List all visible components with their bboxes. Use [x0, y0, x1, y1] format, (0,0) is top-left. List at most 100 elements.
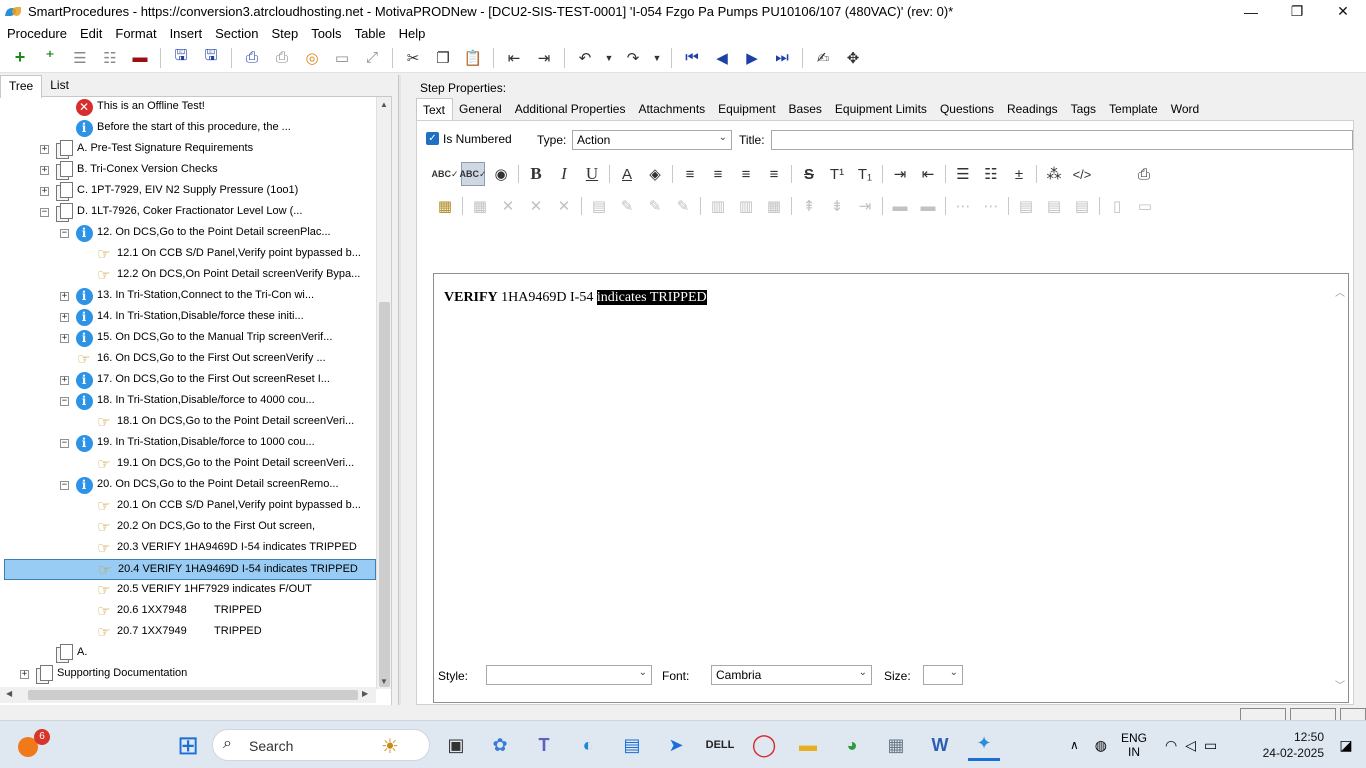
collapse-icon[interactable]: − [60, 397, 69, 406]
expand-icon[interactable]: + [60, 334, 69, 343]
tree-row[interactable]: + i 13. In Tri-Station,Connect to the Tri-… [4, 286, 376, 307]
tab-bases[interactable]: Bases [783, 98, 829, 120]
tree-row[interactable]: ☞ 12.1 On CCB S/D Panel,Verify point bypa… [4, 244, 376, 265]
scroll-up-icon[interactable]: ▲ [380, 100, 388, 109]
first-step-icon[interactable]: ⏮ [681, 47, 703, 69]
tree-row[interactable]: + C. 1PT-7929, EIV N2 Supply Pressure (1o… [4, 181, 376, 202]
weather-widget[interactable]: 6 [10, 729, 50, 763]
file-explorer-icon[interactable]: ▬ [792, 729, 824, 761]
tree-row[interactable]: ☞ 20.4 VERIFY 1HA9469D I-54 indicates TRI… [4, 559, 376, 580]
strikethrough-icon[interactable]: S [797, 162, 821, 186]
record-icon[interactable]: ◉ [489, 162, 513, 186]
expand-icon[interactable]: ⤢ [361, 47, 383, 69]
indent-icon[interactable]: ⇥ [533, 47, 555, 69]
collapse-icon[interactable]: − [60, 229, 69, 238]
undo-icon[interactable]: ↶ [574, 47, 596, 69]
type-select[interactable]: Action ⌄ [572, 130, 732, 150]
chevron-up-icon[interactable]: ∧ [1070, 738, 1079, 752]
list-alt-icon[interactable]: ☷ [99, 47, 121, 69]
expand-icon[interactable]: + [20, 670, 29, 679]
decrease-indent-icon[interactable]: ⇤ [916, 162, 940, 186]
copilot-icon[interactable]: ✿ [484, 729, 516, 761]
scroll-right-icon[interactable]: ▶ [362, 689, 368, 698]
tab-template[interactable]: Template [1103, 98, 1165, 120]
redo-icon[interactable]: ↷ [622, 47, 644, 69]
tree-row[interactable]: ☞ 12.2 On DCS,On Point Detail screenVerif… [4, 265, 376, 286]
edge-icon[interactable]: ◐ [572, 729, 604, 761]
outdent-icon[interactable]: ⇤ [503, 47, 525, 69]
expand-icon[interactable]: + [60, 376, 69, 385]
magic-wand-icon[interactable]: ⁂ [1042, 162, 1066, 186]
tab-additional-properties[interactable]: Additional Properties [509, 98, 633, 120]
subscript-icon[interactable]: T₁ [853, 162, 877, 186]
font-color-icon[interactable]: A [615, 162, 639, 186]
font-select[interactable]: Cambria ⌄ [711, 665, 872, 685]
move-icon[interactable]: ✥ [842, 47, 864, 69]
tree-row[interactable]: + i 14. In Tri-Station,Disable/force these… [4, 307, 376, 328]
spellcheck-icon[interactable]: ABC✓ [431, 162, 458, 186]
tab-text[interactable]: Text [416, 98, 454, 121]
horizontal-rule-icon[interactable]: ± [1007, 162, 1031, 186]
windows-start-icon[interactable]: ⊞ [172, 729, 204, 761]
cut-icon[interactable]: ✂ [402, 47, 424, 69]
tree-row[interactable]: ☞ 16. On DCS,Go to the First Out screenVe… [4, 349, 376, 370]
system-clock[interactable]: 12:50 24-02-2025 [1263, 729, 1324, 761]
bold-icon[interactable]: B [524, 162, 548, 186]
tree-row[interactable]: + Supporting Documentation [4, 664, 376, 685]
scroll-left-icon[interactable]: ◀ [6, 689, 12, 698]
restore-button[interactable]: ❐ [1274, 0, 1320, 23]
volume-icon[interactable]: ◁ [1185, 737, 1196, 754]
tree-row[interactable]: ✕ This is an Offline Test! [4, 97, 376, 118]
tree-row[interactable]: + A. Pre-Test Signature Requirements [4, 139, 376, 160]
expand-icon[interactable]: + [60, 313, 69, 322]
style-select[interactable]: ⌄ [486, 665, 652, 685]
align-center-icon[interactable]: ≡ [706, 162, 730, 186]
scroll-thumb-horizontal[interactable] [28, 690, 358, 700]
tree-row[interactable]: ☞ 20.2 On DCS,Go to the First Out screen, [4, 517, 376, 538]
redo-dropdown-icon[interactable]: ▼ [652, 47, 662, 69]
italic-icon[interactable]: I [552, 162, 576, 186]
power-automate-icon[interactable]: ➤ [660, 729, 692, 761]
editor-scrollbar[interactable]: ︿ ﹀ [1332, 274, 1348, 702]
tab-tags[interactable]: Tags [1065, 98, 1103, 120]
tree-row[interactable]: ☞ 20.7 1XX7949 TRIPPED [4, 622, 376, 643]
spellcheck-icon[interactable]: ✍ [812, 47, 834, 69]
undo-dropdown-icon[interactable]: ▼ [604, 47, 614, 69]
sync-icon[interactable]: ◎ [301, 47, 323, 69]
tree-row[interactable]: A. [4, 643, 376, 664]
numbered-list-icon[interactable]: ☷ [979, 162, 1003, 186]
tree-row[interactable]: ☞ 18.1 On DCS,Go to the Point Detail scre… [4, 412, 376, 433]
collapse-icon[interactable]: − [40, 208, 49, 217]
battery-icon[interactable]: ▭ [1204, 737, 1217, 754]
tree-row[interactable]: − i 12. On DCS,Go to the Point Detail scre… [4, 223, 376, 244]
scroll-down-icon[interactable]: ▼ [380, 677, 388, 686]
remove-icon[interactable]: ▬ [129, 47, 151, 69]
network-alt-icon[interactable]: ◍ [1095, 737, 1107, 754]
wifi-icon[interactable]: ◠ [1165, 737, 1177, 754]
window-icon[interactable]: ▭ [331, 47, 353, 69]
menu-tools[interactable]: Tools [311, 26, 341, 41]
tree-row[interactable]: − D. 1LT-7926, Coker Fractionator Level L… [4, 202, 376, 223]
add-icon[interactable]: + [9, 47, 31, 69]
step-text[interactable]: VERIFY 1HA9469D I-54 indicates TRIPPED [444, 290, 707, 306]
expand-icon[interactable]: + [40, 187, 49, 196]
tree-row[interactable]: ☞ 20.1 On CCB S/D Panel,Verify point bypa… [4, 496, 376, 517]
notification-icon[interactable]: ◪ [1330, 729, 1362, 761]
size-select[interactable]: ⌄ [923, 665, 963, 685]
tab-readings[interactable]: Readings [1001, 98, 1065, 120]
next-step-icon[interactable]: ▶ [741, 47, 763, 69]
teams-icon[interactable]: T [528, 729, 560, 761]
auto-spellcheck-icon[interactable]: ABC✓ [459, 162, 487, 186]
tree-vertical-scrollbar[interactable]: ▲ ▼ [376, 97, 391, 689]
store-icon[interactable]: ▤ [616, 729, 648, 761]
export-icon[interactable]: ⎙ [241, 47, 263, 69]
print-icon[interactable]: ⎙ [1132, 162, 1156, 186]
superscript-icon[interactable]: T¹ [825, 162, 849, 186]
expand-icon[interactable]: + [60, 292, 69, 301]
tab-word[interactable]: Word [1165, 98, 1206, 120]
bullet-list-icon[interactable]: ☰ [951, 162, 975, 186]
menu-format[interactable]: Format [115, 26, 156, 41]
app-icon[interactable]: ▦ [880, 729, 912, 761]
save-all-icon[interactable]: 🖫 [170, 47, 192, 69]
expand-icon[interactable]: + [40, 145, 49, 154]
